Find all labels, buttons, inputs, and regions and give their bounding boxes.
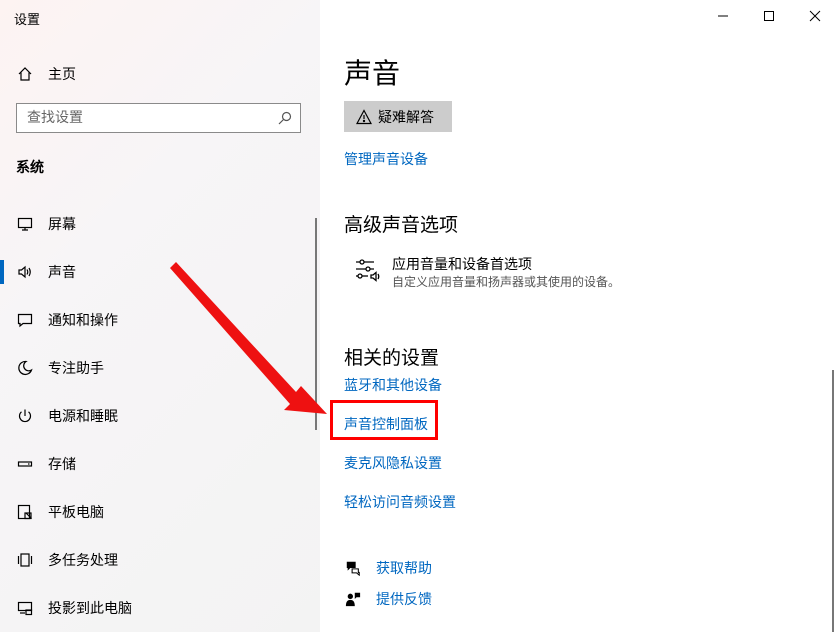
manage-sound-devices-link[interactable]: 管理声音设备 xyxy=(344,149,428,169)
active-indicator xyxy=(0,260,4,284)
window-controls xyxy=(700,0,838,32)
sidebar-item-label: 声音 xyxy=(48,265,76,281)
sidebar-item-sound[interactable]: 声音 xyxy=(0,248,320,296)
sidebar-item-projecting[interactable]: 投影到此电脑 xyxy=(0,584,320,632)
storage-icon xyxy=(16,455,34,473)
minimize-icon xyxy=(714,7,732,25)
speaker-icon xyxy=(16,263,34,281)
sidebar-item-label: 平板电脑 xyxy=(48,505,104,521)
sidebar: 设置 主页 系统 屏幕 声音 通知 xyxy=(0,0,320,632)
mixer-icon xyxy=(354,256,382,284)
close-icon xyxy=(806,7,824,25)
sidebar-item-focus[interactable]: 专注助手 xyxy=(0,344,320,392)
microphone-privacy-link[interactable]: 麦克风隐私设置 xyxy=(344,453,442,473)
main-scrollbar[interactable] xyxy=(832,370,834,632)
sidebar-item-display[interactable]: 屏幕 xyxy=(0,200,320,248)
tablet-icon xyxy=(16,503,34,521)
power-icon xyxy=(16,407,34,425)
sidebar-item-label: 存储 xyxy=(48,457,76,473)
bluetooth-devices-link[interactable]: 蓝牙和其他设备 xyxy=(344,375,442,395)
search-icon[interactable] xyxy=(276,109,294,127)
highlight-box xyxy=(330,400,438,440)
get-help-link[interactable]: 获取帮助 xyxy=(344,558,432,578)
sidebar-item-label: 主页 xyxy=(48,67,76,83)
sidebar-item-label: 多任务处理 xyxy=(48,553,118,569)
give-feedback-link[interactable]: 提供反馈 xyxy=(344,589,432,609)
section-title: 系统 xyxy=(16,160,44,176)
get-help-label: 获取帮助 xyxy=(376,561,432,577)
notification-icon xyxy=(16,311,34,329)
app-volume-preferences-item[interactable]: 应用音量和设备首选项 自定义应用音量和扬声器或其使用的设备。 xyxy=(354,252,814,292)
related-settings-heading: 相关的设置 xyxy=(344,347,440,369)
project-icon xyxy=(16,599,34,617)
sidebar-item-label: 屏幕 xyxy=(48,217,76,233)
sidebar-item-label: 专注助手 xyxy=(48,361,104,377)
troubleshoot-label: 疑难解答 xyxy=(378,109,434,126)
moon-icon xyxy=(16,359,34,377)
page-title: 声音 xyxy=(344,57,401,90)
minimize-button[interactable] xyxy=(700,0,746,32)
sidebar-item-multitasking[interactable]: 多任务处理 xyxy=(0,536,320,584)
warning-icon xyxy=(356,108,372,125)
sidebar-item-home[interactable]: 主页 xyxy=(0,58,320,90)
close-button[interactable] xyxy=(792,0,838,32)
app-volume-title: 应用音量和设备首选项 xyxy=(392,257,532,273)
maximize-icon xyxy=(760,7,778,25)
sidebar-item-label: 投影到此电脑 xyxy=(48,601,132,617)
sidebar-item-storage[interactable]: 存储 xyxy=(0,440,320,488)
troubleshoot-button[interactable]: 疑难解答 xyxy=(344,101,452,132)
sidebar-item-tablet[interactable]: 平板电脑 xyxy=(0,488,320,536)
advanced-sound-heading: 高级声音选项 xyxy=(344,214,459,236)
sidebar-item-label: 电源和睡眠 xyxy=(48,409,118,425)
sidebar-item-power[interactable]: 电源和睡眠 xyxy=(0,392,320,440)
feedback-icon xyxy=(344,590,362,608)
home-icon xyxy=(16,65,34,83)
sidebar-item-notifications[interactable]: 通知和操作 xyxy=(0,296,320,344)
search-input[interactable] xyxy=(17,104,267,132)
give-feedback-label: 提供反馈 xyxy=(376,592,432,608)
help-chat-icon xyxy=(344,559,362,577)
app-title: 设置 xyxy=(14,13,41,28)
maximize-button[interactable] xyxy=(746,0,792,32)
multitask-icon xyxy=(16,551,34,569)
sidebar-item-label: 通知和操作 xyxy=(48,313,118,329)
monitor-icon xyxy=(16,215,34,233)
search-box[interactable] xyxy=(16,103,301,133)
sidebar-scrollbar[interactable] xyxy=(315,218,317,430)
main-content: 声音 疑难解答 管理声音设备 高级声音选项 应用音量和设备首选项 自定义应用音量… xyxy=(320,0,838,632)
ease-of-access-audio-link[interactable]: 轻松访问音频设置 xyxy=(344,492,456,512)
app-volume-description: 自定义应用音量和扬声器或其使用的设备。 xyxy=(392,275,621,289)
